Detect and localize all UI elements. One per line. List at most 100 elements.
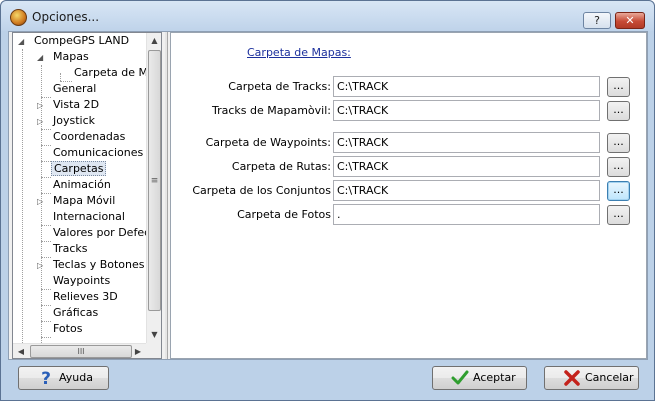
tree-guide-line: [41, 177, 51, 178]
sets-folder-browse-button[interactable]: ...: [607, 181, 630, 201]
tree-item-internacional[interactable]: Internacional: [51, 209, 127, 225]
tree-guide-line: [41, 225, 51, 226]
routes-folder-label: Carpeta de Rutas:: [231, 160, 331, 173]
tree-item-valores-por-defecto[interactable]: Valores por Defect: [51, 225, 156, 241]
tree-item-label: Carpetas: [51, 161, 107, 176]
sets-folder-input[interactable]: C:\TRACK: [333, 180, 600, 201]
routes-folder-input[interactable]: C:\TRACK: [333, 156, 600, 177]
tree-item-comunicaciones[interactable]: Comunicaciones: [51, 145, 145, 161]
title-close-button[interactable]: ✕: [615, 12, 645, 29]
options-dialog: Opciones... ? ✕ ◢ CompeGPS LAND ◢ Mapas …: [0, 0, 655, 401]
tree-item-mapa-movil[interactable]: ▷ Mapa Móvil: [34, 193, 117, 209]
vertical-scroll-thumb[interactable]: ≡: [148, 50, 161, 311]
expand-arrow-icon[interactable]: ▷: [37, 197, 46, 206]
tree-guide-line: [41, 337, 51, 338]
collapse-arrow-icon[interactable]: ◢: [37, 53, 46, 62]
tree-item-label: Joystick: [53, 114, 96, 127]
tree-guide-line: [41, 305, 51, 306]
tree-item-carpeta-de-mapas[interactable]: Carpeta de Ma: [72, 65, 157, 81]
mapamovil-tracks-folder-label: Tracks de Mapamòvil:: [212, 104, 331, 117]
tree-item-relieves-3d[interactable]: Relieves 3D: [51, 289, 120, 305]
tree-item-label: Waypoints: [53, 274, 111, 287]
photos-folder-browse-button[interactable]: ...: [607, 205, 630, 225]
pane-splitter[interactable]: [165, 32, 168, 359]
tree-item-label: Valores por Defect: [53, 226, 155, 239]
tree-horizontal-scrollbar[interactable]: ◀ III ▶: [13, 343, 146, 358]
scroll-left-arrow-icon[interactable]: ◀: [13, 344, 29, 358]
tree-guide-line: [41, 321, 51, 322]
collapse-arrow-icon[interactable]: ◢: [18, 37, 27, 46]
tracks-folder-label: Carpeta de Tracks:: [228, 80, 331, 93]
tree-item-mapas[interactable]: ◢ Mapas: [34, 49, 91, 65]
tree-guide-line: [41, 289, 51, 290]
tree-guide-line: [22, 49, 23, 349]
tree-item-fotos[interactable]: Fotos: [51, 321, 84, 337]
help-button[interactable]: ? Ayuda: [18, 366, 109, 390]
tree-item-label: Coordenadas: [53, 130, 126, 143]
tree-item-coordenadas[interactable]: Coordenadas: [51, 129, 127, 145]
red-x-icon: [564, 370, 580, 386]
tree-item-label: Teclas y Botones: [53, 258, 145, 271]
accept-button-label: Aceptar: [473, 371, 516, 384]
cancel-button-label: Cancelar: [585, 371, 634, 384]
tree-item-animacion[interactable]: Animación: [51, 177, 113, 193]
title-help-button[interactable]: ?: [583, 12, 611, 29]
tree-item-compegps-land[interactable]: ◢ CompeGPS LAND: [15, 33, 131, 49]
tree-item-label: Relieves 3D: [53, 290, 118, 303]
tree-guide-line: [41, 241, 51, 242]
scrollbar-corner: [146, 343, 161, 358]
compegps-app-icon: [10, 9, 27, 26]
tree-item-general[interactable]: General: [51, 81, 98, 97]
tree-item-carpetas[interactable]: Carpetas: [51, 161, 107, 177]
sets-folder-label: Carpeta de los Conjuntos: [192, 184, 331, 197]
routes-folder-browse-button[interactable]: ...: [607, 157, 630, 177]
tree-item-teclas-y-botones[interactable]: ▷ Teclas y Botones: [34, 257, 147, 273]
tree-item-label: Mapa Móvil: [53, 194, 116, 207]
tree-item-graficas[interactable]: Gráficas: [51, 305, 100, 321]
tree-item-label: Fotos: [53, 322, 83, 335]
window-title: Opciones...: [32, 10, 100, 24]
tracks-folder-input[interactable]: C:\TRACK: [333, 76, 600, 97]
tracks-folder-browse-button[interactable]: ...: [607, 77, 630, 97]
waypoints-folder-input[interactable]: C:\TRACK: [333, 132, 600, 153]
carpetas-settings-panel: Carpeta de Mapas: Carpeta de Tracks: C:\…: [170, 32, 647, 359]
question-mark-icon: ?: [41, 369, 51, 387]
section-title-link[interactable]: Carpeta de Mapas:: [247, 46, 351, 59]
tree-guide-line: [60, 73, 61, 81]
tree-item-label: Animación: [53, 178, 111, 191]
tree-item-label: Comunicaciones: [53, 146, 144, 159]
options-tree[interactable]: ◢ CompeGPS LAND ◢ Mapas Carpeta de Ma Ge…: [12, 32, 162, 359]
waypoints-folder-label: Carpeta de Waypoints:: [205, 136, 331, 149]
tree-item-joystick[interactable]: ▷ Joystick: [34, 113, 97, 129]
scroll-down-arrow-icon[interactable]: ▼: [147, 327, 161, 343]
cancel-button[interactable]: Cancelar: [544, 366, 639, 390]
dialog-client-area: ◢ CompeGPS LAND ◢ Mapas Carpeta de Ma Ge…: [8, 31, 648, 360]
tree-vertical-scrollbar[interactable]: ▲ ≡ ▼: [146, 33, 161, 343]
tree-guide-line: [41, 129, 51, 130]
photos-folder-input[interactable]: .: [333, 204, 600, 225]
scroll-up-arrow-icon[interactable]: ▲: [147, 33, 161, 49]
tree-item-label: General: [53, 82, 97, 95]
expand-arrow-icon[interactable]: ▷: [37, 101, 46, 110]
tree-item-label: Tracks: [53, 242, 88, 255]
tree-item-label: Gráficas: [53, 306, 99, 319]
tree-item-label: Vista 2D: [53, 98, 100, 111]
tree-item-label: Internacional: [53, 210, 125, 223]
horizontal-scroll-thumb[interactable]: III: [30, 345, 132, 358]
expand-arrow-icon[interactable]: ▷: [37, 261, 46, 270]
svg-text:?: ?: [41, 369, 51, 387]
accept-button[interactable]: Aceptar: [432, 366, 527, 390]
waypoints-folder-browse-button[interactable]: ...: [607, 133, 630, 153]
tree-item-waypoints[interactable]: Waypoints: [51, 273, 112, 289]
expand-arrow-icon[interactable]: ▷: [37, 117, 46, 126]
tree-item-vista-2d[interactable]: ▷ Vista 2D: [34, 97, 101, 113]
mapamovil-tracks-folder-input[interactable]: C:\TRACK: [333, 100, 600, 121]
mapamovil-tracks-browse-button[interactable]: ...: [607, 101, 630, 121]
tree-guide-line: [41, 161, 51, 162]
tree-item-label: Mapas: [53, 50, 89, 63]
tree-guide-line: [41, 145, 51, 146]
title-bar[interactable]: Opciones... ? ✕: [1, 1, 654, 31]
scroll-right-arrow-icon[interactable]: ▶: [130, 344, 146, 358]
tree-item-label: Carpeta de Ma: [74, 66, 155, 79]
tree-item-tracks[interactable]: Tracks: [51, 241, 90, 257]
